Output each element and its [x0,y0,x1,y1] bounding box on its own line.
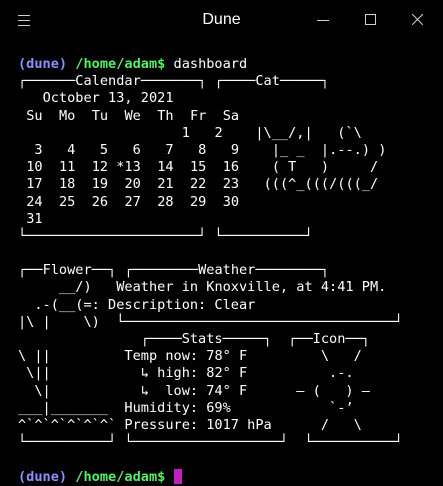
weather-title: Weather [198,262,256,279]
calendar-day-today: *13 [116,159,141,176]
stats-line: ↳ high: 82° F [124,365,248,382]
calendar-day: 11 [58,159,76,176]
calendar-day: 16 [222,159,240,176]
weekday: Mo [58,107,76,124]
weekday: Th [157,107,174,124]
calendar-day: 17 [26,176,43,193]
calendar-day: 1 [181,124,190,141]
calendar-title: Calendar [75,73,141,90]
stats-line: Humidity: 69% [124,399,231,416]
calendar-day: 2 [214,124,223,141]
calendar-day: 29 [189,193,207,210]
command-prompt-line: (dune) /home/adam$ dashboard [18,56,403,73]
stats-line: Temp now: 78° F [124,348,248,365]
calendar-day: 28 [157,193,174,210]
terminal-output[interactable]: (dune) /home/adam$ dashboard ┌──────Cale… [18,56,403,486]
calendar-day: 26 [91,193,109,210]
cat-art-line: |_ _ |.--.) ) [271,141,387,158]
calendar-day: 4 [67,141,76,158]
icon-art-line: `-’ [304,399,354,416]
calendar-day: 6 [132,141,141,158]
calendar-weekday-row: Su Mo Tu We Th Fr Sa [18,108,403,125]
flower-title: Flower [42,262,92,279]
calendar-day: 24 [26,193,43,210]
calendar-day: 12 [91,159,109,176]
flower-art-line: ___|_______ [18,399,109,416]
icon-art-line: .-. [304,365,354,382]
flower-art-line: \|| [18,365,51,382]
calendar-day: 20 [124,176,141,193]
cat-art-line: ( T ) / [271,159,379,176]
prompt-path: /home/adam [75,56,158,72]
calendar-day: 30 [222,193,240,210]
icon-art-line: ― ( ) ― [296,382,370,399]
prompt-env: (dune) [18,56,68,72]
icon-panel-title: Icon [312,331,346,347]
icon-art-line: \ / [304,348,362,365]
title-bar: Dune [0,0,443,44]
stats-line: Pressure: 1017 hPa [124,416,272,433]
calendar-day: 23 [222,176,240,193]
calendar-day: 22 [189,176,207,193]
calendar-week-5: 24 25 26 27 28 29 30 [18,194,403,211]
calendar-day: 19 [91,176,109,193]
weekday: Su [26,107,43,124]
calendar-week-3: 10 11 12 *13 14 15 16 ( T ) / [18,159,403,176]
weekday: Fr [189,107,207,124]
calendar-day: 21 [157,176,174,193]
flower-art-line: __/) [18,279,92,296]
terminal-cursor[interactable] [173,468,182,484]
window-title: Dune [202,11,241,28]
weekday: We [124,107,141,124]
calendar-month-line: October 13, 2021 [42,90,174,107]
weekday: Tu [91,107,109,124]
flower-art-line: ^`^`^`^`^`^` [18,416,117,433]
calendar-day: 25 [58,193,76,210]
calendar-day: 15 [189,159,207,176]
icon-art-line: / \ [304,416,362,433]
calendar-week-4: 17 18 19 20 21 22 23 (((^_(((/(((_/ [18,176,403,193]
calendar-day: 7 [165,141,174,158]
flower-art-line: .-(__(=: [18,296,100,313]
prompt-env: (dune) [18,468,68,485]
prompt-symbol: $ [157,468,166,485]
calendar-week-1: 1 2 |\__/,| (`\ [18,125,403,142]
weekday: Sa [222,107,240,124]
flower-art-line: \| [18,382,51,399]
calendar-day: 3 [34,141,43,158]
calendar-week-6: 31 [18,211,403,228]
calendar-day: 8 [198,141,207,158]
prompt-symbol: $ [157,56,166,72]
calendar-day: 27 [124,193,141,210]
calendar-day: 9 [230,141,240,158]
flower-art-line: |\ | \) [18,313,100,330]
stats-line: ↳ low: 74° F [124,382,248,399]
weather-description: Description: Clear [108,296,256,313]
prompt-path: /home/adam [75,468,158,485]
cat-art-line: |\__/,| (`\ [255,124,362,141]
command-prompt-line: (dune) /home/adam$ [18,468,403,486]
close-icon[interactable] [412,14,423,25]
calendar-day: 14 [157,159,174,176]
calendar-day: 18 [58,176,76,193]
prompt-command: dashboard [173,56,248,72]
flower-art-line: \ || [18,348,51,365]
calendar-day: 5 [99,141,109,158]
calendar-week-2: 3 4 5 6 7 8 9 |_ _ |.--.) ) [18,142,403,159]
cat-art-line: (((^_(((/(((_/ [263,176,379,193]
weather-location: Weather in Knoxville, at 4:41 PM. [116,279,387,296]
calendar-day: 10 [26,159,43,176]
cat-title: Cat [255,73,280,90]
calendar-day: 31 [26,210,43,227]
minimize-icon[interactable] [317,20,329,22]
maximize-icon[interactable] [365,14,376,25]
stats-title: Stats [181,331,223,347]
